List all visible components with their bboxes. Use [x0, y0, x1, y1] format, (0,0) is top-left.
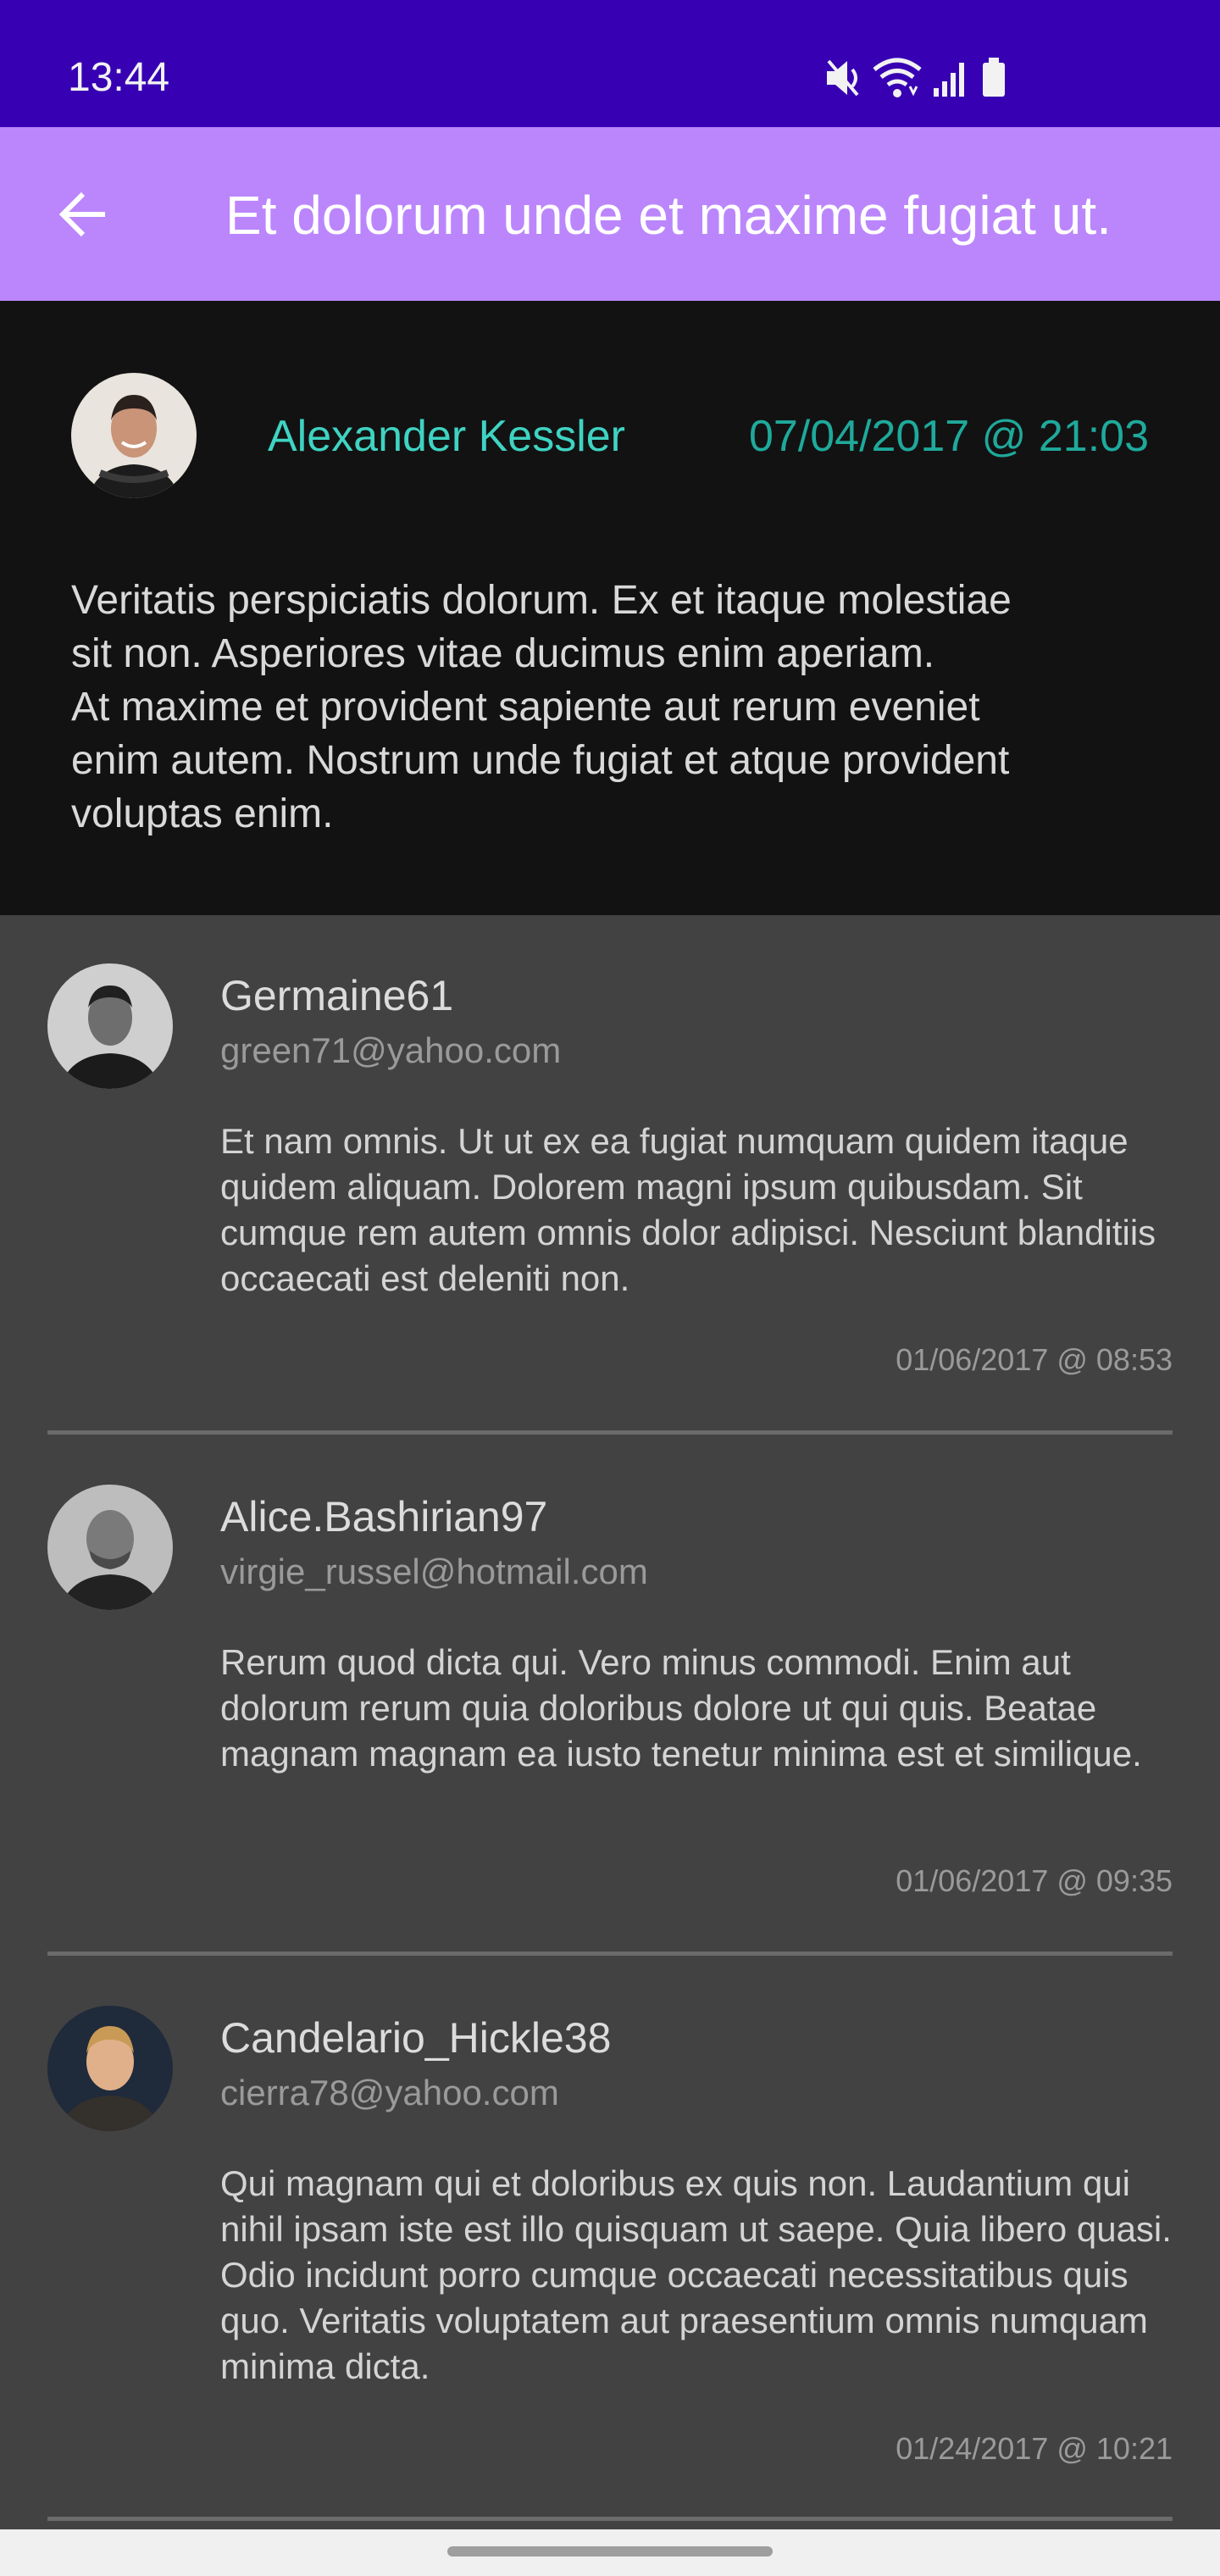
navigation-bar	[0, 2529, 1220, 2576]
comment-body: Qui magnam qui et doloribus ex quis non.…	[220, 2163, 1172, 2386]
comment-item: Alice.Bashirian97 virgie_russel@hotmail.…	[0, 1436, 1220, 1953]
comment-item: Germaine61 green71@yahoo.com Et nam omni…	[0, 915, 1220, 1436]
comment-date: 01/06/2017 @ 09:35	[896, 1863, 1173, 1898]
comment-body: Et nam omnis. Ut ut ex ea fugiat numquam…	[220, 1121, 1156, 1298]
comment-username[interactable]: Germaine61	[220, 970, 453, 1021]
arrow-back-icon	[58, 192, 105, 237]
home-gesture-handle[interactable]	[447, 2546, 773, 2557]
comment-date: 01/06/2017 @ 08:53	[896, 1342, 1173, 1377]
commenter-avatar[interactable]	[47, 963, 173, 1089]
page-title: Et dolorum unde et maxime fugiat ut.	[225, 185, 1112, 246]
commenter-avatar[interactable]	[47, 1485, 173, 1610]
comment-username[interactable]: Alice.Bashirian97	[220, 1491, 547, 1542]
status-icons	[824, 56, 1027, 100]
wifi-icon	[873, 58, 922, 97]
post-author[interactable]: Alexander Kessler	[268, 411, 625, 462]
battery-icon	[983, 58, 1005, 97]
commenter-avatar[interactable]	[47, 2006, 173, 2131]
comment-email: cierra78@yahoo.com	[220, 2073, 559, 2112]
mute-icon	[827, 59, 859, 97]
back-button[interactable]	[42, 174, 124, 255]
signal-icon	[934, 63, 964, 97]
post-date: 07/04/2017 @ 21:03	[748, 412, 1149, 461]
divider	[47, 1430, 1173, 1435]
post-body: Veritatis perspiciatis dolorum. Ex et it…	[71, 578, 1012, 836]
comment-item: Candelario_Hickle38 cierra78@yahoo.com Q…	[0, 1957, 1220, 2529]
screen: 13:44 Et dolorum unde et maxime fugiat u…	[0, 0, 1220, 2576]
app-bar: Et dolorum unde et maxime fugiat ut.	[0, 127, 1220, 301]
comment-username[interactable]: Candelario_Hickle38	[220, 2012, 611, 2063]
comment-body: Rerum quod dicta qui. Vero minus commodi…	[220, 1642, 1142, 1774]
status-time: 13:44	[68, 55, 170, 100]
post-header: Alexander Kessler 07/04/2017 @ 21:03 Ver…	[0, 301, 1220, 915]
comment-email: virgie_russel@hotmail.com	[220, 1552, 648, 1591]
status-bar: 13:44	[0, 0, 1220, 127]
divider	[47, 1951, 1173, 1956]
author-avatar[interactable]	[71, 373, 197, 498]
comment-email: green71@yahoo.com	[220, 1030, 562, 1070]
divider	[47, 2517, 1173, 2521]
comment-date: 01/24/2017 @ 10:21	[896, 2431, 1173, 2466]
